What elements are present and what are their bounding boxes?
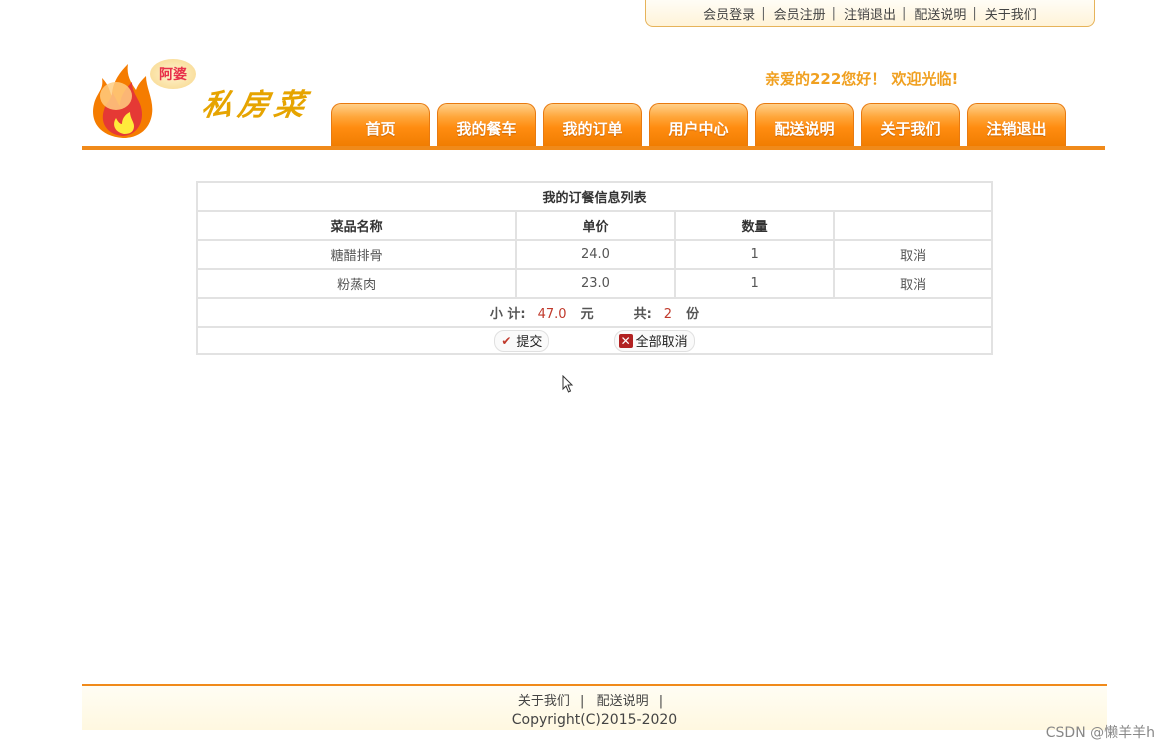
order-table: 我的订餐信息列表 菜品名称 单价 数量 糖醋排骨 24.0 1 取消 粉蒸肉 2…	[195, 181, 993, 355]
cell-quantity: 1	[673, 268, 836, 299]
copyright-text: Copyright(C)2015-2020	[511, 712, 678, 728]
total-count: 2	[663, 307, 673, 322]
table-header-row: 菜品名称 单价 数量	[195, 210, 993, 241]
top-link-register[interactable]: 会员注册	[774, 4, 826, 23]
separator: |	[580, 694, 585, 709]
summary-row: 小 计: 47.0 元 共: 2 份	[196, 297, 993, 328]
table-row: 粉蒸肉 23.0 1 取消	[195, 268, 993, 299]
subtotal-value: 47.0	[537, 307, 567, 322]
tab-about[interactable]: 关于我们	[861, 103, 960, 147]
footer-link-delivery[interactable]: 配送说明	[597, 694, 649, 709]
mouse-cursor-icon	[562, 375, 574, 393]
table-title-row: 我的订餐信息列表	[196, 181, 993, 212]
submit-button[interactable]: ✔ 提交	[494, 329, 550, 352]
currency-label: 元	[580, 307, 594, 322]
tab-cart[interactable]: 我的餐车	[437, 103, 536, 147]
watermark: CSDN @懒羊羊h	[1045, 725, 1155, 741]
separator: |	[761, 5, 766, 21]
cell-price: 23.0	[515, 268, 676, 299]
top-link-logout[interactable]: 注销退出	[844, 4, 896, 23]
top-link-login[interactable]: 会员登录	[703, 4, 755, 23]
footer-link-about[interactable]: 关于我们	[518, 694, 570, 709]
order-summary: 小 计: 47.0 元 共: 2 份	[196, 297, 993, 328]
separator: |	[658, 694, 664, 709]
tab-home[interactable]: 首页	[331, 103, 430, 147]
separator: |	[902, 5, 907, 21]
welcome-message: 亲爱的222您好！ 欢迎光临!	[765, 70, 959, 88]
logo-text: 私房菜	[199, 88, 314, 123]
table-title: 我的订餐信息列表	[196, 181, 993, 212]
checkmark-icon: ✔	[501, 333, 512, 348]
cell-action: 取消	[833, 239, 993, 270]
close-icon: ✕	[618, 333, 633, 348]
actions-row: ✔ 提交 ✕ 全部取消	[196, 326, 993, 355]
nav-divider	[82, 146, 1105, 150]
separator: |	[972, 5, 977, 21]
cancel-item-link[interactable]: 取消	[900, 249, 926, 264]
submit-label: 提交	[516, 335, 543, 350]
separator: |	[831, 5, 836, 21]
tab-orders[interactable]: 我的订单	[543, 103, 642, 147]
top-link-delivery[interactable]: 配送说明	[914, 4, 966, 23]
tab-delivery[interactable]: 配送说明	[755, 103, 854, 147]
tab-user-center[interactable]: 用户中心	[649, 103, 748, 147]
header-price: 单价	[515, 210, 676, 241]
tab-logout[interactable]: 注销退出	[967, 103, 1066, 147]
top-links-bar: 会员登录 | 会员注册 | 注销退出 | 配送说明 | 关于我们	[645, 0, 1095, 27]
main-nav: 首页 我的餐车 我的订单 用户中心 配送说明 关于我们 注销退出	[331, 103, 1073, 147]
cancel-item-link[interactable]: 取消	[900, 278, 926, 293]
header-action	[833, 210, 993, 241]
cancel-all-label: 全部取消	[635, 335, 688, 350]
table-row: 糖醋排骨 24.0 1 取消	[195, 239, 993, 270]
footer-links: 关于我们 | 配送说明 |	[82, 686, 1107, 710]
header-quantity: 数量	[673, 210, 836, 241]
site-logo: 阿婆 私房菜	[88, 56, 318, 141]
total-label: 共:	[633, 307, 652, 322]
flame-logo-icon	[93, 64, 153, 138]
cancel-all-button[interactable]: ✕ 全部取消	[613, 329, 695, 352]
page: 会员登录 | 会员注册 | 注销退出 | 配送说明 | 关于我们 阿婆 私房菜 …	[0, 0, 1169, 750]
footer: 关于我们 | 配送说明 | Copyright(C)2015-2020	[82, 686, 1107, 730]
cell-action: 取消	[833, 268, 993, 299]
top-link-about[interactable]: 关于我们	[985, 4, 1037, 23]
cell-dish-name: 粉蒸肉	[195, 268, 518, 299]
subtotal-label: 小 计:	[489, 307, 526, 322]
cell-price: 24.0	[515, 239, 676, 270]
header-dish-name: 菜品名称	[195, 210, 518, 241]
unit-label: 份	[686, 307, 700, 322]
order-actions: ✔ 提交 ✕ 全部取消	[196, 326, 993, 355]
cell-quantity: 1	[673, 239, 836, 270]
logo-badge: 阿婆	[150, 59, 196, 89]
cell-dish-name: 糖醋排骨	[195, 239, 518, 270]
